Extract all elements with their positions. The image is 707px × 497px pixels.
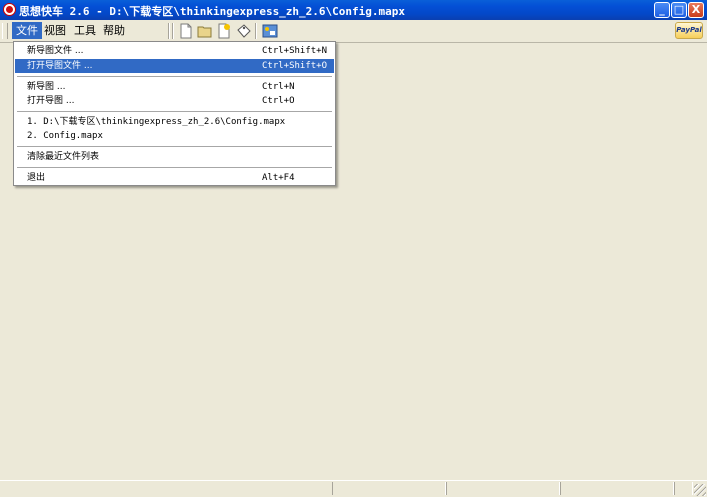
new-note-icon[interactable] (216, 23, 232, 39)
tag-icon[interactable] (236, 23, 252, 39)
toolbar-separator (168, 23, 170, 39)
toolbar-separator (172, 23, 174, 39)
menu-separator (17, 167, 332, 168)
menu-item-exit[interactable]: 退出 Alt+F4 (15, 171, 334, 185)
menu-item-recent-1[interactable]: 1. D:\下载专区\thinkingexpress_zh_2.6\Config… (15, 115, 334, 129)
status-panel (674, 482, 693, 495)
menu-item-open-map-file[interactable]: 打开导图文件 ... Ctrl+Shift+O (15, 59, 334, 73)
menu-separator (17, 111, 332, 112)
menu-item-shortcut: Ctrl+Shift+O (262, 61, 328, 71)
toolbar-grip[interactable] (2, 23, 8, 39)
menu-tools[interactable]: 工具 (70, 22, 100, 39)
menu-help[interactable]: 帮助 (99, 22, 129, 39)
close-button[interactable]: X (688, 2, 704, 18)
menu-item-shortcut: Alt+F4 (262, 173, 295, 183)
file-menu-dropdown: 新导图文件 ... Ctrl+Shift+N 打开导图文件 ... Ctrl+S… (13, 41, 336, 186)
menu-view[interactable]: 视图 (40, 22, 70, 39)
menu-item-open-map[interactable]: 打开导图 ... Ctrl+O (15, 94, 334, 108)
menu-item-shortcut: Ctrl+N (262, 82, 295, 92)
paypal-button[interactable]: PayPal (675, 22, 703, 39)
menu-toolbar: 文件 视图 工具 帮助 (0, 20, 707, 43)
menu-file[interactable]: 文件 (12, 22, 42, 39)
menu-item-label: 打开导图 ... (27, 96, 75, 106)
menu-item-label: 新导图 ... (27, 82, 66, 92)
menu-item-new-map-file[interactable]: 新导图文件 ... Ctrl+Shift+N (15, 44, 334, 58)
menu-item-new-map[interactable]: 新导图 ... Ctrl+N (15, 80, 334, 94)
menu-item-clear-recent[interactable]: 清除最近文件列表 (15, 150, 334, 164)
app-icon[interactable] (3, 3, 16, 16)
menu-separator (17, 146, 332, 147)
menu-item-label: 打开导图文件 ... (27, 61, 93, 71)
menu-item-label: 清除最近文件列表 (27, 152, 100, 162)
maximize-button[interactable]: □ (671, 2, 687, 18)
menu-item-shortcut: Ctrl+O (262, 96, 295, 106)
menu-item-label: 退出 (27, 173, 46, 183)
toolbar-separator (255, 23, 257, 39)
window-title: 思想快车 2.6 - D:\下载专区\thinkingexpress_zh_2.… (19, 5, 406, 18)
menu-item-recent-2[interactable]: 2. Config.mapx (15, 129, 334, 143)
new-file-icon[interactable] (178, 23, 194, 39)
status-panel (446, 482, 560, 495)
title-bar: 思想快车 2.6 - D:\下载专区\thinkingexpress_zh_2.… (0, 0, 707, 20)
menu-item-label: 2. Config.mapx (27, 131, 103, 141)
menu-separator (17, 76, 332, 77)
menu-item-label: 新导图文件 ... (27, 46, 84, 56)
menu-item-shortcut: Ctrl+Shift+N (262, 46, 328, 56)
minimize-button[interactable]: _ (654, 2, 670, 18)
status-panel (560, 482, 674, 495)
menu-item-label: 1. D:\下载专区\thinkingexpress_zh_2.6\Config… (27, 117, 286, 127)
status-panel (332, 482, 446, 495)
resize-grip[interactable] (694, 484, 706, 496)
status-bar (0, 480, 707, 497)
open-folder-icon[interactable] (197, 23, 213, 39)
map-icon[interactable] (262, 23, 278, 39)
